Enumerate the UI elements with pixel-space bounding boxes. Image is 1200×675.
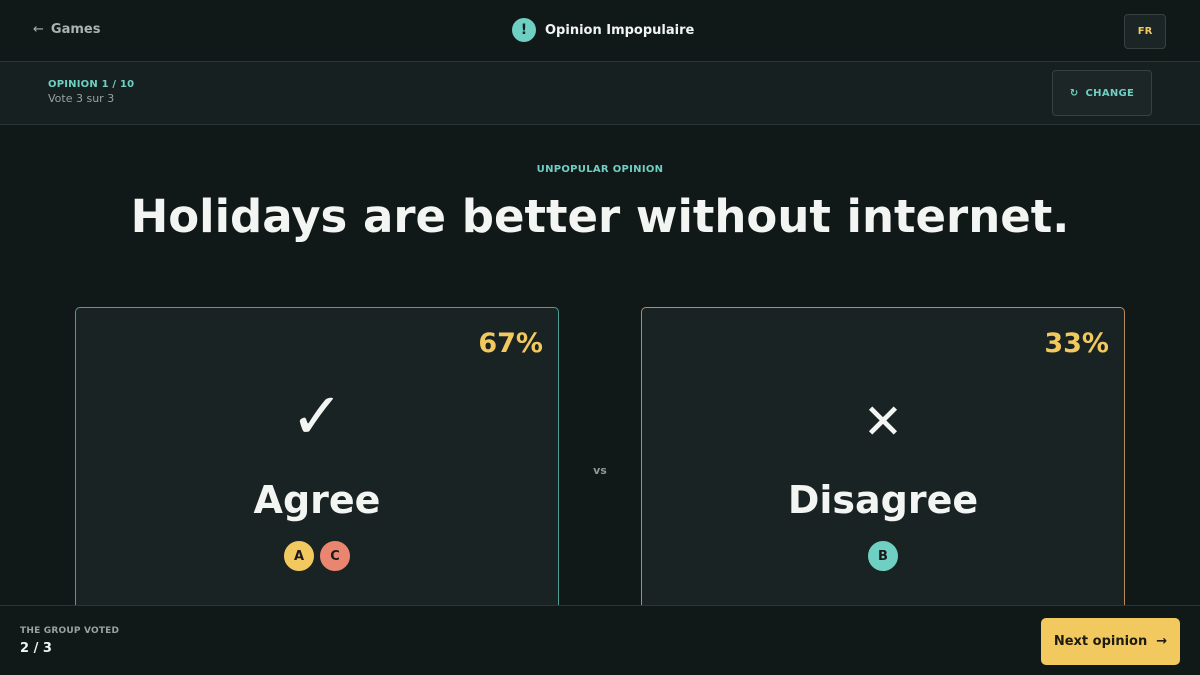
opinion-counter-label: OPINION 1 / 10 [48,79,135,90]
agree-percentage: 67% [478,328,543,359]
app-title: Opinion Impopulaire [545,22,695,38]
voter-avatar-b: B [866,539,900,573]
disagree-voters: B [642,539,1124,573]
round-bar: OPINION 1 / 10 Vote 3 sur 3 ↻ CHANGE [0,62,1200,125]
group-voted-count: 2 / 3 [20,641,52,656]
language-toggle-button[interactable]: FR [1124,14,1166,49]
exclamation-icon: ! [512,18,536,42]
next-opinion-button[interactable]: Next opinion → [1041,618,1180,665]
disagree-option-card[interactable]: 33% ✕ Disagree B [641,307,1125,637]
cross-icon: ✕ [862,394,904,450]
app-brand: ! Opinion Impopulaire [512,18,694,42]
check-icon: ✓ [290,380,344,454]
voter-avatar-c: C [318,539,352,573]
back-to-games-link[interactable]: ← Games [33,22,100,37]
disagree-label: Disagree [787,478,979,522]
voter-avatar-a: A [282,539,316,573]
change-opinion-button[interactable]: ↻ CHANGE [1052,70,1152,116]
next-opinion-label: Next opinion [1053,634,1148,649]
opinion-counter: OPINION 1 / 10 Vote 3 sur 3 [48,79,134,105]
footer-bar: THE GROUP VOTED 2 / 3 Next opinion → [0,605,1200,675]
back-label: Games [50,22,101,37]
arrow-left-icon: ← [33,22,44,37]
opinion-kicker: UNPOPULAR OPINION [536,164,664,175]
arrow-right-icon: → [1156,634,1168,649]
group-voted-label: THE GROUP VOTED [20,626,120,636]
agree-voters: A C [76,539,558,573]
versus-label: vs [593,464,607,477]
opinion-statement: Holidays are better without internet. [130,190,1070,243]
disagree-percentage: 33% [1044,328,1109,359]
vote-status: Vote 3 sur 3 [48,92,115,105]
agree-option-card[interactable]: 67% ✓ Agree A C [75,307,559,637]
top-bar: ← Games ! Opinion Impopulaire FR [0,0,1200,62]
agree-label: Agree [253,478,381,522]
refresh-icon: ↻ [1069,87,1079,99]
change-label: CHANGE [1085,87,1135,99]
